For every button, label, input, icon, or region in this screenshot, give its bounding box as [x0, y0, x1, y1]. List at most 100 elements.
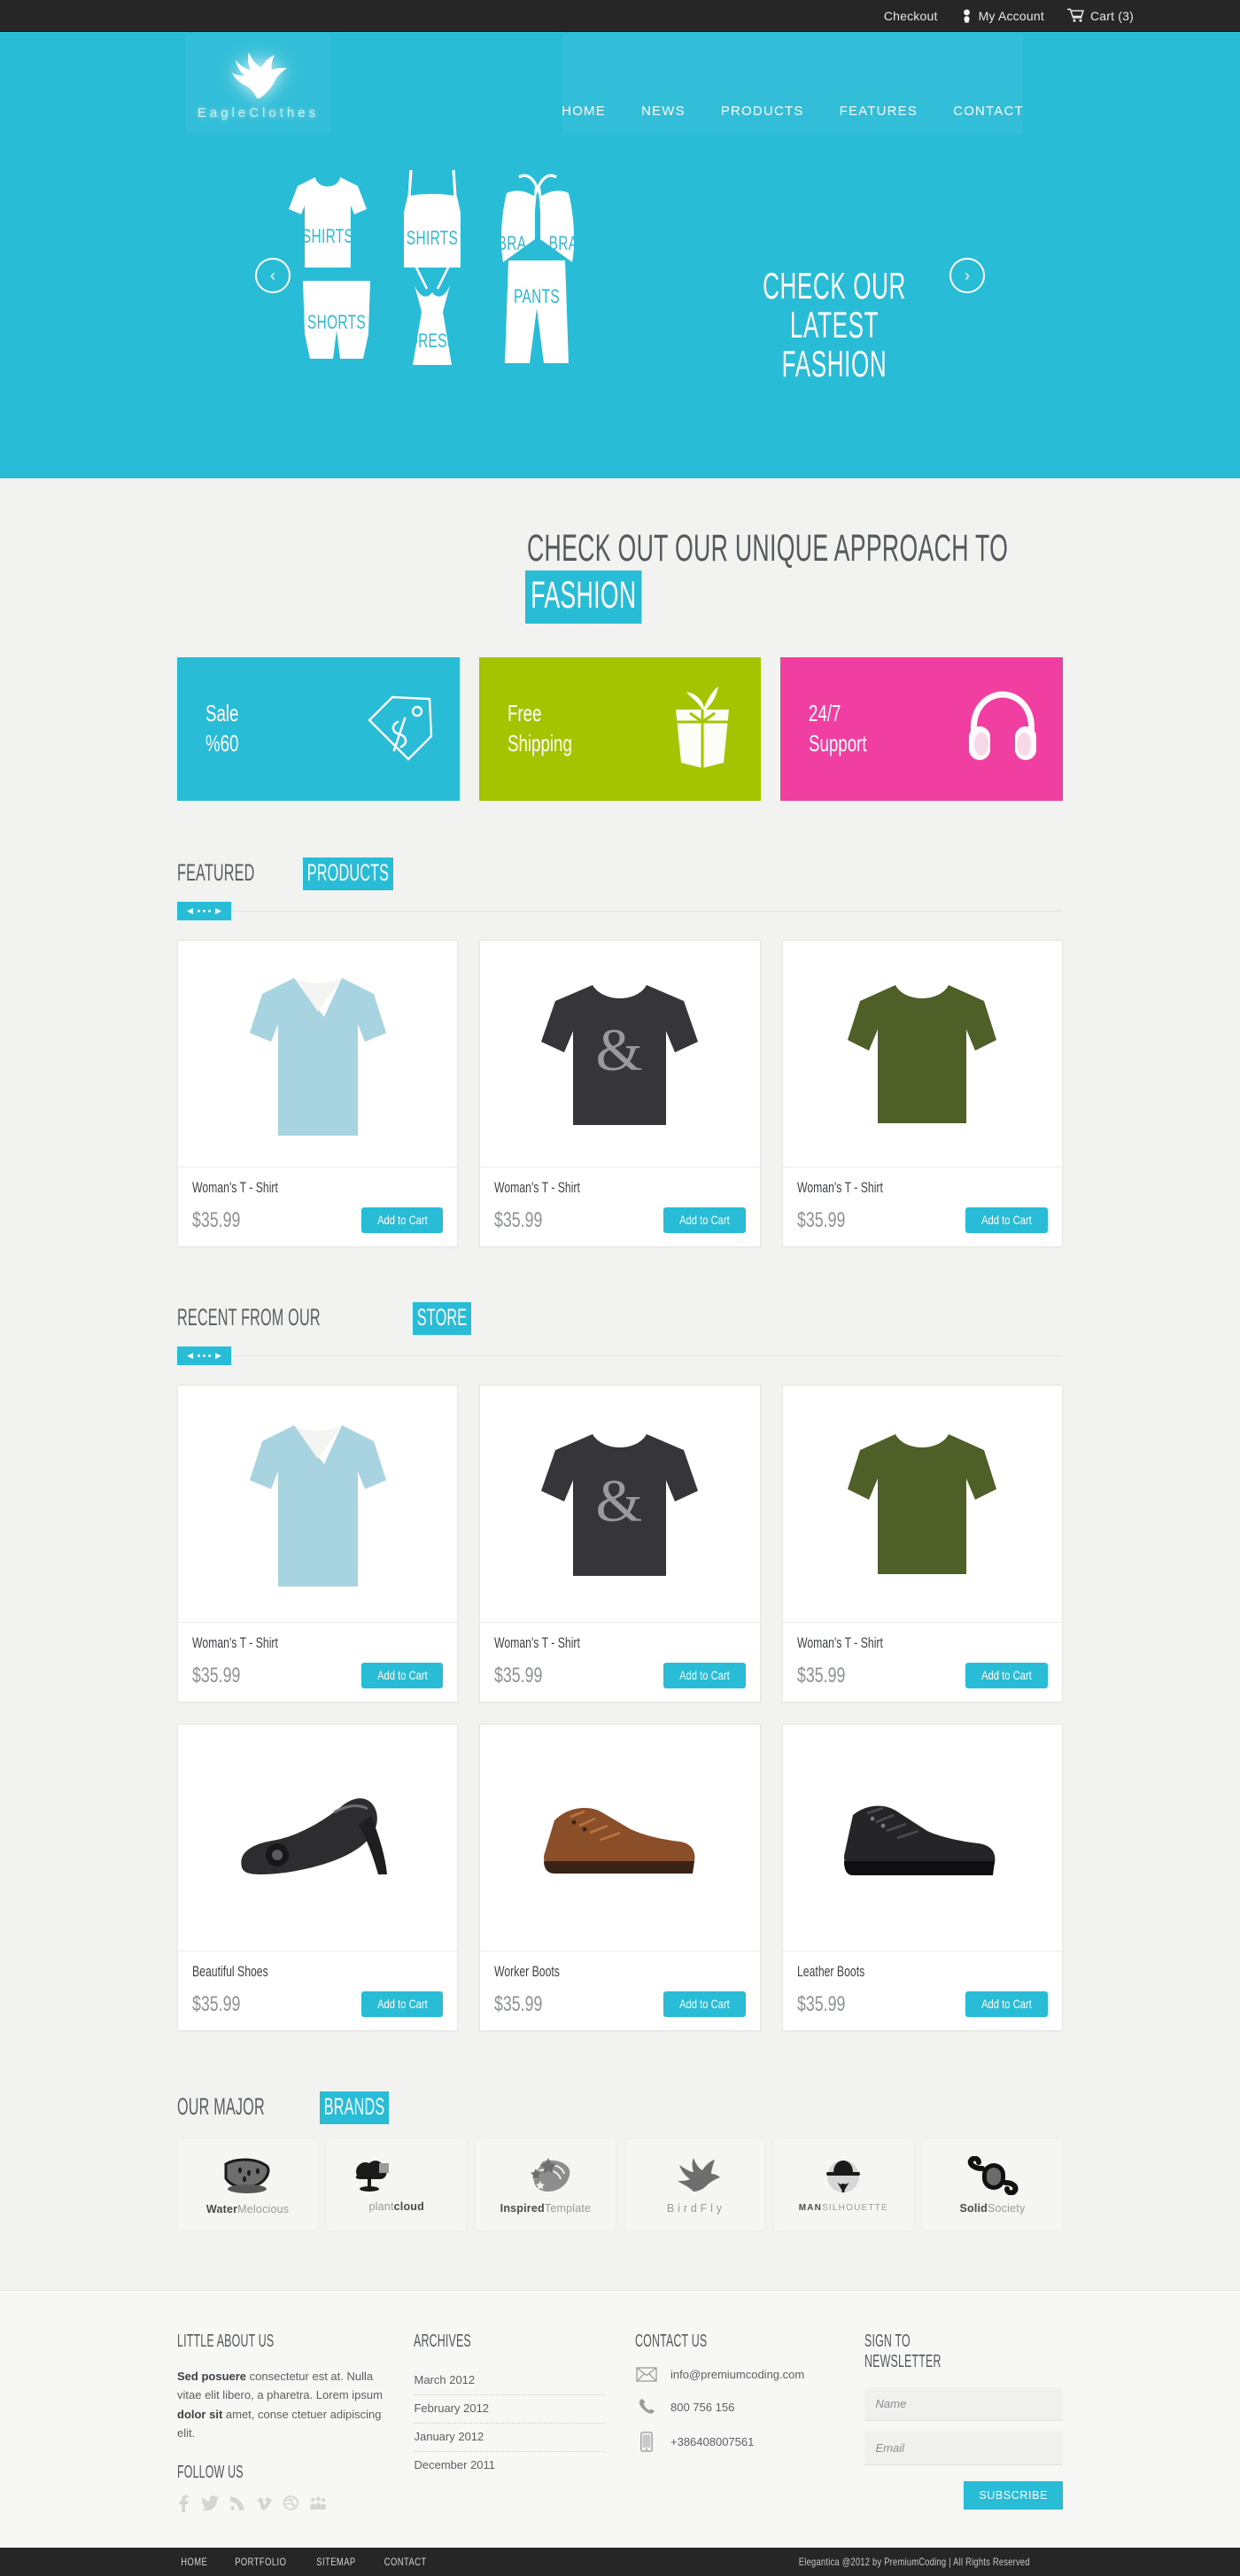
carousel-prev-icon[interactable]: ◀ — [187, 1352, 193, 1360]
garment-label: SHORTS — [307, 311, 366, 333]
subscribe-button[interactable]: SUBSCRIBE — [964, 2481, 1063, 2510]
site-footer: LITTLE ABOUT US Sed posuere consectetur … — [0, 2290, 1240, 2548]
product-card[interactable]: Woman's T - Shirt $35.99 Add to Cart — [177, 1385, 459, 1703]
nav-item-products[interactable]: PRODUCTS — [721, 104, 804, 119]
newsletter-email-input[interactable] — [864, 2432, 1063, 2465]
archive-link[interactable]: February 2012 — [414, 2395, 605, 2424]
bottom-nav-sitemap[interactable]: SITEMAP — [311, 2556, 361, 2568]
section-divider — [231, 911, 1063, 912]
hero-slider: EagleClothes HOME NEWS PRODUCTS FEATURES… — [0, 32, 1240, 478]
recent-carousel-controls[interactable]: ◀ ▶ — [177, 1346, 231, 1365]
product-name: Beautiful Shoes — [192, 1963, 268, 1980]
nav-item-contact[interactable]: CONTACT — [953, 104, 1024, 119]
nav-item-news[interactable]: NEWS — [641, 104, 686, 119]
nav-label: FEATURES — [839, 104, 918, 119]
archive-link[interactable]: January 2012 — [414, 2424, 605, 2452]
add-to-cart-button[interactable]: Add to Cart — [360, 1663, 444, 1688]
hero-prev-arrow[interactable]: ‹ — [255, 258, 291, 293]
main-content: CHECK OUT OUR UNIQUE APPROACH TO FASHION… — [0, 478, 1240, 2290]
archives-heading: ARCHIVES — [414, 2332, 472, 2351]
dribbble-icon[interactable] — [283, 2495, 298, 2511]
brand-item[interactable]: plantcloud — [326, 2138, 468, 2231]
promo-sale[interactable]: Sale %60 — [177, 657, 460, 801]
add-to-cart-button[interactable]: Add to Cart — [663, 1663, 746, 1688]
svg-text:&: & — [596, 1467, 643, 1534]
nav-item-home[interactable]: HOME — [562, 104, 606, 119]
nav-item-features[interactable]: FEATURES — [840, 104, 918, 119]
product-name: Woman's T - Shirt — [494, 1179, 581, 1196]
featured-title-plain: FEATURED — [177, 859, 255, 886]
carousel-next-icon[interactable]: ▶ — [215, 907, 221, 915]
bottom-nav-portfolio[interactable]: PORTFOLIO — [228, 2556, 294, 2568]
brand-item[interactable]: MANSILHOUETTE — [772, 2138, 914, 2231]
contact-mobile-row[interactable]: +386408007561 — [635, 2432, 834, 2452]
product-price: $35.99 — [494, 1663, 543, 1688]
product-image — [782, 1385, 1062, 1623]
brand-item[interactable]: B i r d F l y — [624, 2138, 765, 2231]
product-card[interactable]: Beautiful Shoes $35.99 Add to Cart — [177, 1724, 459, 2031]
site-logo[interactable]: EagleClothes — [186, 35, 330, 134]
my-account-label: My Account — [978, 8, 1044, 23]
newsletter-heading: SIGN TO NEWSLETTER — [864, 2332, 942, 2371]
contact-phone-row[interactable]: 800 756 156 — [635, 2398, 834, 2416]
about-heading: LITTLE ABOUT US — [177, 2332, 275, 2351]
product-meta: Woman's T - Shirt $35.99 Add to Cart — [783, 1168, 1062, 1246]
add-to-cart-button[interactable]: Add to Cart — [663, 1991, 746, 2017]
myspace-icon[interactable] — [310, 2496, 326, 2510]
brand-item[interactable]: WaterMelocious — [177, 2138, 319, 2231]
product-image — [782, 1725, 1062, 1951]
rss-icon[interactable] — [230, 2496, 244, 2510]
garment-shirt-2: SHIRTS — [388, 167, 477, 277]
nav-label: HOME — [562, 104, 606, 119]
carousel-dots — [198, 1354, 211, 1357]
product-card[interactable]: Woman's T - Shirt $35.99 Add to Cart — [781, 1385, 1063, 1703]
carousel-prev-icon[interactable]: ◀ — [187, 907, 193, 915]
product-card[interactable]: & Woman's T - Shirt $35.99 Add to Cart — [479, 1385, 761, 1703]
facebook-icon[interactable] — [177, 2495, 190, 2512]
recent-products-row-2: Beautiful Shoes $35.99 Add to Cart Worke… — [177, 1724, 1063, 2086]
vimeo-icon[interactable] — [256, 2495, 272, 2511]
product-name: Woman's T - Shirt — [192, 1634, 278, 1651]
add-to-cart-button[interactable]: Add to Cart — [965, 1991, 1048, 2017]
brand-item[interactable]: SolidSociety — [921, 2138, 1064, 2231]
carousel-next-icon[interactable]: ▶ — [215, 1352, 221, 1360]
brand-item[interactable]: InspiredTemplate — [475, 2138, 616, 2231]
logo-text: EagleClothes — [197, 105, 320, 120]
promo-support[interactable]: 24/7 Support — [780, 657, 1064, 801]
product-card[interactable]: Leather Boots $35.99 Add to Cart — [781, 1724, 1063, 2031]
subscribe-label: SUBSCRIBE — [979, 2489, 1048, 2502]
brand-name: WaterMelocious — [205, 2202, 290, 2215]
bottom-nav-home[interactable]: HOME — [177, 2556, 211, 2568]
product-price: $35.99 — [494, 1991, 543, 2016]
promo-shipping[interactable]: Free Shipping — [478, 657, 762, 801]
add-to-cart-button[interactable]: Add to Cart — [360, 1991, 444, 2017]
brands-title-plain: OUR MAJOR — [177, 2093, 265, 2120]
product-card[interactable]: & Woman's T - Shirt $35.99 Add to Cart — [479, 940, 761, 1247]
contact-email-row[interactable]: info@premiumcoding.com — [635, 2367, 834, 2382]
garment-label: SHIRTS — [301, 225, 354, 247]
add-to-cart-button[interactable]: Add to Cart — [965, 1207, 1048, 1233]
twitter-icon[interactable] — [201, 2495, 219, 2511]
archive-link[interactable]: December 2011 — [414, 2452, 605, 2479]
product-card[interactable]: Worker Boots $35.99 Add to Cart — [479, 1724, 761, 2031]
checkout-link[interactable]: Checkout — [884, 9, 938, 23]
hero-caption-line1: CHECK OUR LATEST — [763, 265, 906, 346]
product-card[interactable]: Woman's T - Shirt $35.99 Add to Cart — [781, 940, 1063, 1247]
newsletter-name-input[interactable] — [864, 2387, 1063, 2421]
cart-link[interactable]: Cart (3) — [1066, 8, 1134, 23]
my-account-link[interactable]: My Account — [961, 9, 1044, 23]
add-to-cart-button[interactable]: Add to Cart — [965, 1663, 1048, 1688]
hero-next-arrow[interactable]: › — [949, 258, 985, 293]
headline-highlight: FASHION — [524, 570, 642, 624]
promo-text: Free Shipping — [507, 700, 572, 757]
page-root: Checkout My Account Cart (3) EagleClothe… — [0, 0, 1240, 2576]
product-card[interactable]: Woman's T - Shirt $35.99 Add to Cart — [177, 940, 459, 1247]
archive-link[interactable]: March 2012 — [414, 2367, 605, 2395]
add-to-cart-button[interactable]: Add to Cart — [360, 1207, 444, 1233]
checkout-label: Checkout — [883, 8, 938, 23]
featured-carousel-controls[interactable]: ◀ ▶ — [177, 902, 231, 920]
featured-products-row: Woman's T - Shirt $35.99 Add to Cart & W… — [177, 940, 1063, 1297]
bottom-nav-contact[interactable]: CONTACT — [378, 2556, 432, 2568]
add-to-cart-button[interactable]: Add to Cart — [663, 1207, 746, 1233]
section-divider — [231, 1355, 1063, 1356]
